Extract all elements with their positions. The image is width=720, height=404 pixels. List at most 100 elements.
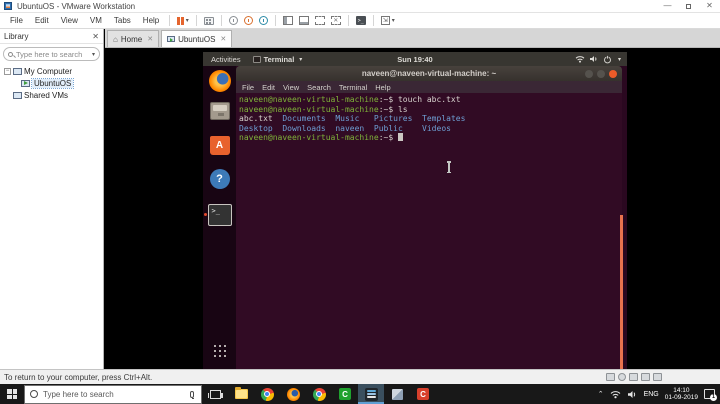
camtasia-red-button[interactable]: C: [410, 384, 436, 404]
library-close-icon[interactable]: ✕: [92, 32, 99, 41]
terminal-menu-view[interactable]: View: [283, 83, 299, 92]
ubuntu-dock: A ? >_: [203, 66, 236, 369]
take-snapshot-button[interactable]: [226, 14, 241, 28]
minimize-button[interactable]: —: [657, 0, 678, 13]
library-search[interactable]: ▾: [3, 47, 100, 61]
ubuntu-software-icon: A: [209, 136, 230, 155]
tree-item-ubuntuos[interactable]: UbuntuOS: [0, 77, 103, 89]
close-button[interactable]: ✕: [699, 0, 720, 13]
terminal-close-button[interactable]: [609, 69, 617, 78]
network-adapter-icon[interactable]: [629, 373, 638, 381]
windows-taskbar: C C ⌃ ENG 14:10 01-09-2019 1: [0, 384, 720, 404]
terminal-line: abc.txt Documents Music Pictures Templat…: [239, 114, 466, 123]
windows-search-input[interactable]: [43, 389, 190, 399]
microphone-icon[interactable]: [190, 390, 194, 399]
chrome-icon: [312, 387, 326, 401]
action-center-icon[interactable]: 1: [704, 389, 717, 401]
dock-firefox[interactable]: [203, 70, 236, 92]
dock-help[interactable]: ?: [203, 169, 236, 189]
tree-item-shared-vms[interactable]: Shared VMs: [0, 89, 103, 101]
menu-file[interactable]: File: [4, 16, 29, 25]
terminal-body[interactable]: naveen@naveen-virtual-machine:~$ touch a…: [236, 93, 622, 369]
terminal-menu-file[interactable]: File: [242, 83, 254, 92]
tray-chevron-up-icon[interactable]: ⌃: [598, 390, 604, 398]
snapshot-manager-button[interactable]: [256, 14, 271, 28]
tray-volume-icon[interactable]: [627, 390, 638, 399]
sound-icon[interactable]: [653, 373, 662, 381]
toolbar-separator: [372, 15, 374, 26]
file-explorer-button[interactable]: [228, 384, 254, 404]
cd-rom-icon[interactable]: [618, 373, 626, 381]
menu-view[interactable]: View: [55, 16, 84, 25]
terminal-minimize-button[interactable]: [585, 69, 593, 78]
ctrl-alt-del-button[interactable]: [201, 14, 217, 28]
dock-terminal[interactable]: >_: [203, 204, 236, 226]
usb-icon[interactable]: [641, 373, 650, 381]
dock-files[interactable]: [203, 102, 236, 120]
chevron-down-icon[interactable]: ▾: [92, 51, 95, 58]
camtasia-green-button[interactable]: C: [332, 384, 358, 404]
show-applications-button[interactable]: [203, 345, 236, 357]
start-button[interactable]: [0, 384, 24, 404]
library-search-input[interactable]: [16, 49, 90, 59]
tab-label: UbuntuOS: [178, 34, 216, 44]
revert-snapshot-button[interactable]: [241, 14, 256, 28]
vmware-taskbar-button[interactable]: [358, 384, 384, 404]
menu-help[interactable]: Help: [137, 16, 165, 25]
task-view-button[interactable]: [202, 384, 228, 404]
stretch-button[interactable]: ⇲ ▾: [378, 14, 398, 28]
system-tray: ⌃ ENG 14:10 01-09-2019 1: [598, 387, 720, 402]
chrome-button[interactable]: [254, 384, 280, 404]
tab-close-icon[interactable]: ✕: [220, 35, 226, 43]
shared-vms-icon: [13, 91, 22, 99]
restore-button[interactable]: [678, 0, 699, 13]
menu-vm[interactable]: VM: [84, 16, 108, 25]
terminal-menu-help[interactable]: Help: [375, 83, 390, 92]
ubuntu-clock[interactable]: Sun 19:40: [203, 55, 627, 64]
terminal-menu-edit[interactable]: Edit: [262, 83, 275, 92]
tree-item-label: UbuntuOS: [30, 77, 75, 89]
tab-close-icon[interactable]: ✕: [147, 35, 153, 43]
show-thumbnails-button[interactable]: [296, 14, 312, 28]
screen: UbuntuOS - VMware Workstation — ✕ File E…: [0, 0, 720, 404]
tray-network-icon[interactable]: [610, 390, 621, 399]
firefox-icon: [208, 70, 231, 92]
console-view-button[interactable]: >_: [353, 14, 369, 28]
vm-display: Activities Terminal ▾ Sun 19:40 ▾ A ? >_…: [105, 48, 720, 369]
tab-ubuntuos[interactable]: UbuntuOS ✕: [161, 30, 233, 47]
terminal-line: naveen@naveen-virtual-machine:~$: [239, 133, 622, 143]
terminal-menu-terminal[interactable]: Terminal: [339, 83, 367, 92]
terminal-maximize-button[interactable]: [597, 69, 605, 78]
terminal-line: naveen@naveen-virtual-machine:~$ touch a…: [239, 95, 461, 104]
task-view-icon: [207, 389, 223, 399]
dock-ubuntu-software[interactable]: A: [203, 136, 236, 155]
vmware-icon: [364, 387, 378, 401]
collapse-icon[interactable]: −: [4, 67, 11, 75]
vm-running-icon: [21, 79, 30, 87]
menu-edit[interactable]: Edit: [29, 16, 55, 25]
pause-icon: [177, 16, 184, 25]
chrome-2-button[interactable]: [306, 384, 332, 404]
prism-app-button[interactable]: [384, 384, 410, 404]
tree-item-my-computer[interactable]: − My Computer: [0, 65, 103, 77]
language-indicator[interactable]: ENG: [644, 391, 659, 398]
menu-tabs[interactable]: Tabs: [108, 16, 137, 25]
firefox-button[interactable]: [280, 384, 306, 404]
terminal-window: naveen@naveen-virtual-machine: ~ File Ed…: [236, 66, 622, 369]
vmware-app-icon: [4, 2, 12, 10]
snapshot-manager-icon: [258, 16, 268, 25]
show-library-button[interactable]: [280, 14, 296, 28]
tray-clock[interactable]: 14:10 01-09-2019: [665, 387, 698, 402]
toolbar-separator: [195, 15, 197, 26]
green-c-app-icon: C: [339, 388, 351, 400]
fullscreen-button[interactable]: [312, 14, 328, 28]
files-icon: [209, 102, 230, 120]
hard-disk-icon[interactable]: [606, 373, 615, 381]
unity-button[interactable]: ✕: [328, 14, 344, 28]
terminal-titlebar[interactable]: naveen@naveen-virtual-machine: ~: [236, 66, 622, 81]
tab-home[interactable]: ⌂ Home ✕: [107, 30, 160, 47]
suspend-button[interactable]: ▾: [174, 14, 192, 28]
terminal-menu-search[interactable]: Search: [307, 83, 331, 92]
window-controls: — ✕: [657, 0, 720, 13]
windows-search-box[interactable]: [24, 384, 202, 404]
